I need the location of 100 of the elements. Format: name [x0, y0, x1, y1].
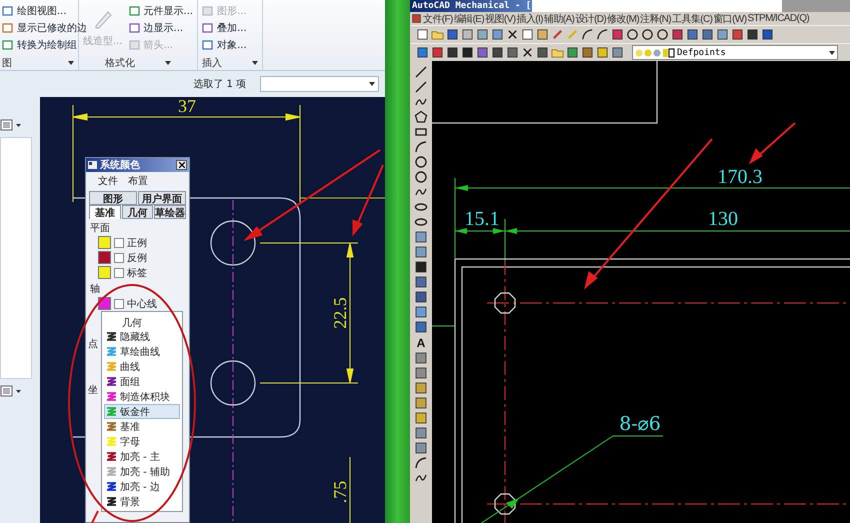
window-title: AutoCAD Mechanical - [: [410, 0, 532, 12]
tab[interactable]: 用户界面: [138, 191, 186, 205]
app-icon[interactable]: [411, 13, 422, 24]
menu-item[interactable]: 窗口(W): [713, 12, 746, 26]
close-icon: [178, 162, 184, 168]
close-button[interactable]: [176, 160, 187, 170]
menu-item[interactable]: 视图(V): [485, 12, 516, 26]
caret-icon[interactable]: [829, 50, 835, 54]
ribbon-icon: [202, 22, 214, 34]
arc-icon[interactable]: [414, 140, 428, 154]
row-label: 正例: [127, 236, 147, 250]
section-label: 平面: [89, 222, 111, 235]
ribbon-icon: [128, 22, 141, 34]
circle-icon[interactable]: [414, 155, 428, 169]
list-item[interactable]: 字母: [104, 434, 180, 449]
group-expand-icon[interactable]: [68, 61, 74, 65]
tab[interactable]: 草绘器: [154, 205, 186, 219]
ribbon-button[interactable]: 叠加...: [202, 21, 247, 35]
dimension-text: 170.3: [718, 166, 762, 188]
list-item[interactable]: 背景: [104, 494, 180, 509]
caret-icon[interactable]: [369, 82, 375, 86]
list-item[interactable]: 隐藏线: [104, 329, 180, 344]
ribbon-icon: [202, 39, 214, 51]
menu-item[interactable]: 布置: [128, 174, 148, 188]
dimension-text: 15.1: [464, 208, 500, 230]
list-item[interactable]: 草绘曲线: [104, 344, 180, 359]
tab[interactable]: 图形: [89, 191, 137, 205]
group-expand-icon[interactable]: [165, 61, 172, 65]
dimension-text: 22.5: [330, 297, 350, 329]
row-label: 反例: [127, 252, 147, 264]
ribbon-button[interactable]: 绘图视图...: [2, 4, 87, 18]
menu-item[interactable]: STPM/ICAD(Q): [747, 13, 810, 24]
window-icon: [88, 161, 97, 169]
list-item[interactable]: 加亮 - 主: [104, 449, 180, 464]
hole-circle: [210, 360, 256, 406]
color-swatch[interactable]: [98, 266, 111, 279]
ribbon-icon: [202, 5, 214, 17]
list-item[interactable]: 加亮 - 边: [104, 479, 180, 494]
dimension-text: .75: [330, 480, 350, 504]
zoom-icon[interactable]: [626, 28, 639, 41]
checkbox[interactable]: [114, 268, 124, 278]
menu-item[interactable]: 设计(D): [575, 12, 606, 26]
new-file-icon[interactable]: [416, 28, 429, 41]
list-item[interactable]: 加亮 - 辅助: [104, 464, 180, 479]
redo-icon[interactable]: [596, 28, 609, 41]
layer-dropdown[interactable]: Defpoints: [632, 45, 838, 60]
group-label: 插入: [202, 56, 222, 70]
ribbon-button[interactable]: 显示已修改的边: [2, 21, 87, 35]
list-header: 几何: [121, 317, 143, 329]
ribbon-button[interactable]: 元件显示...: [128, 4, 194, 18]
color-swatch[interactable]: [98, 251, 111, 264]
selection-status: 选取了 1 项: [193, 78, 246, 91]
delete-icon[interactable]: [521, 46, 534, 59]
menu-item[interactable]: 编辑(E): [454, 12, 484, 26]
line-icon[interactable]: [414, 65, 428, 79]
tab[interactable]: 几何: [122, 205, 153, 219]
menu-item[interactable]: 修改(M): [607, 12, 640, 26]
ribbon-icon: [128, 39, 141, 51]
menu-item[interactable]: 工具集(C): [672, 12, 712, 26]
list-view-icon[interactable]: [0, 385, 22, 397]
checkbox[interactable]: [114, 238, 124, 248]
list-item[interactable]: 面组: [104, 374, 180, 389]
hole-circle: [210, 220, 256, 266]
row-label: 标签: [127, 266, 147, 280]
ribbon-icon: [2, 22, 14, 34]
group-label: 图: [2, 57, 12, 70]
multiline-text-tool[interactable]: A: [413, 335, 429, 350]
annotation-arrow: [748, 122, 796, 164]
list-item[interactable]: 基准: [104, 419, 180, 434]
menu-item[interactable]: 辅助(A): [544, 12, 574, 26]
dimension-text: 37: [178, 97, 196, 116]
color-swatch[interactable]: [98, 236, 111, 249]
hole-octagon: [494, 292, 516, 314]
ribbon-icon: [2, 39, 14, 51]
dimension-text: 130: [708, 208, 738, 230]
list-item[interactable]: 钣金件: [104, 404, 180, 419]
section-label: 轴: [89, 282, 101, 296]
list-view-icon[interactable]: [0, 119, 22, 131]
checkbox[interactable]: [114, 252, 124, 262]
row-label: 中心线: [127, 298, 157, 310]
polygon-icon[interactable]: [414, 110, 428, 124]
list-item[interactable]: 制造体积块: [104, 389, 180, 404]
construction-line-icon[interactable]: [414, 80, 428, 94]
group-label: 格式化: [105, 56, 136, 70]
group-expand-icon[interactable]: [252, 61, 258, 65]
undo-icon[interactable]: [581, 28, 594, 41]
section-label: 点: [88, 338, 99, 351]
menu-item[interactable]: 插入(I): [516, 12, 543, 26]
checkbox[interactable]: [114, 298, 124, 308]
callout-label: 8-⌀6: [619, 413, 661, 435]
menu-item[interactable]: 注释(N): [640, 12, 672, 26]
ribbon-button[interactable]: 对象...: [202, 38, 247, 52]
ribbon-icon: [2, 5, 14, 17]
list-item[interactable]: 曲线: [104, 359, 180, 374]
ribbon-button[interactable]: 边显示...: [128, 21, 194, 35]
tab[interactable]: 基准: [89, 205, 120, 219]
dialog-title: 系统颜色: [100, 158, 141, 172]
curve-icon[interactable]: [414, 456, 428, 470]
menu-item[interactable]: 文件: [98, 174, 118, 188]
menu-item[interactable]: 文件(F): [423, 12, 453, 26]
